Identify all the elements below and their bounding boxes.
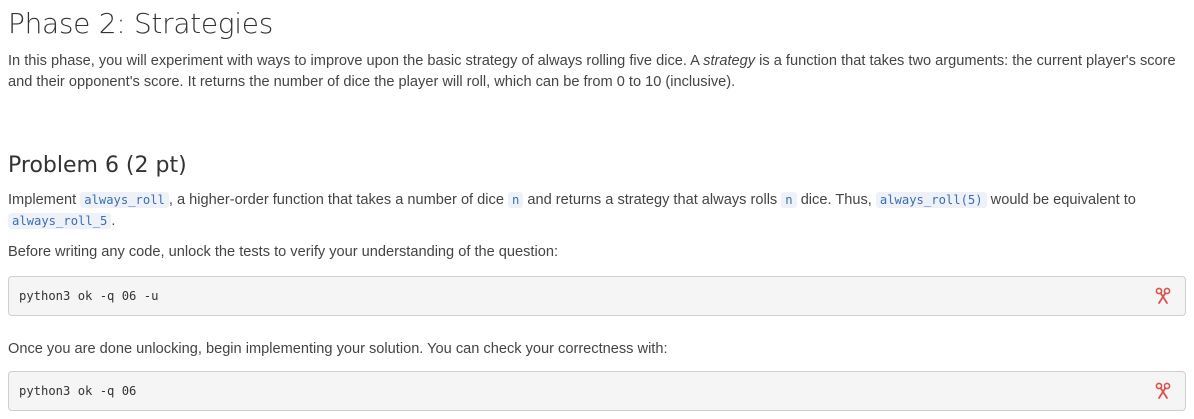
phase-title: Phase 2: Strategies bbox=[8, 7, 273, 40]
scissors-icon bbox=[1155, 382, 1171, 399]
check-instructions: Once you are done unlocking, begin imple… bbox=[8, 341, 668, 357]
problem-6-description: Implement always_roll, a higher-order fu… bbox=[8, 190, 1188, 232]
intro-text-1: In this phase, you will experiment with … bbox=[8, 53, 704, 69]
desc-text-6: . bbox=[111, 213, 116, 229]
inline-code-always-roll-5: always_roll_5 bbox=[8, 213, 112, 229]
phase-intro: In this phase, you will experiment with … bbox=[8, 51, 1188, 93]
inline-code-always-roll-5-call: always_roll(5) bbox=[875, 192, 987, 208]
desc-text-1: Implement bbox=[8, 192, 81, 208]
check-command[interactable]: python3 ok -q 06 bbox=[19, 383, 136, 399]
desc-text-5: would be equivalent to bbox=[986, 192, 1136, 208]
inline-code-always-roll: always_roll bbox=[80, 192, 169, 208]
scissors-icon bbox=[1155, 287, 1171, 304]
check-command-block: python3 ok -q 06 bbox=[8, 371, 1186, 411]
unlock-command-block: python3 ok -q 06 -u bbox=[8, 276, 1186, 316]
desc-text-2: , a higher-order function that takes a n… bbox=[168, 192, 508, 208]
copy-check-command-button[interactable] bbox=[1155, 382, 1171, 400]
copy-unlock-command-button[interactable] bbox=[1155, 287, 1171, 305]
unlock-command[interactable]: python3 ok -q 06 -u bbox=[19, 288, 158, 304]
desc-text-3: and returns a strategy that always rolls bbox=[523, 192, 782, 208]
inline-code-n: n bbox=[508, 192, 524, 208]
problem-6-title: Problem 6 (2 pt) bbox=[8, 153, 187, 178]
unlock-instructions: Before writing any code, unlock the test… bbox=[8, 244, 559, 260]
inline-code-n-2: n bbox=[781, 192, 797, 208]
intro-emphasis-strategy: strategy bbox=[703, 53, 756, 69]
desc-text-4: dice. Thus, bbox=[796, 192, 876, 208]
